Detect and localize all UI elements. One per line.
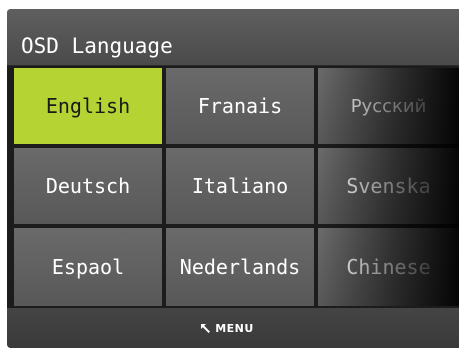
- language-option-russian[interactable]: Русский: [318, 68, 459, 144]
- footer-bar: MENU: [7, 308, 459, 348]
- menu-back-button[interactable]: MENU: [200, 322, 254, 335]
- language-option-chinese[interactable]: Chinese: [318, 228, 459, 306]
- language-option-deutsch[interactable]: Deutsch: [14, 148, 162, 224]
- osd-language-dialog: OSD Language English Franais Русский Deu…: [7, 9, 459, 348]
- back-arrow-icon: [200, 323, 211, 333]
- language-option-italiano[interactable]: Italiano: [166, 148, 314, 224]
- language-option-english[interactable]: English: [14, 68, 162, 144]
- language-grid: English Franais Русский Deutsch Italiano…: [7, 68, 459, 306]
- menu-label: MENU: [215, 321, 254, 335]
- language-option-francais[interactable]: Franais: [166, 68, 314, 144]
- title-bar: OSD Language: [7, 9, 459, 66]
- language-option-nederlands[interactable]: Nederlands: [166, 228, 314, 306]
- dialog-title: OSD Language: [21, 34, 173, 58]
- language-option-espanol[interactable]: Espaol: [14, 228, 162, 306]
- language-option-svenska[interactable]: Svenska: [318, 148, 459, 224]
